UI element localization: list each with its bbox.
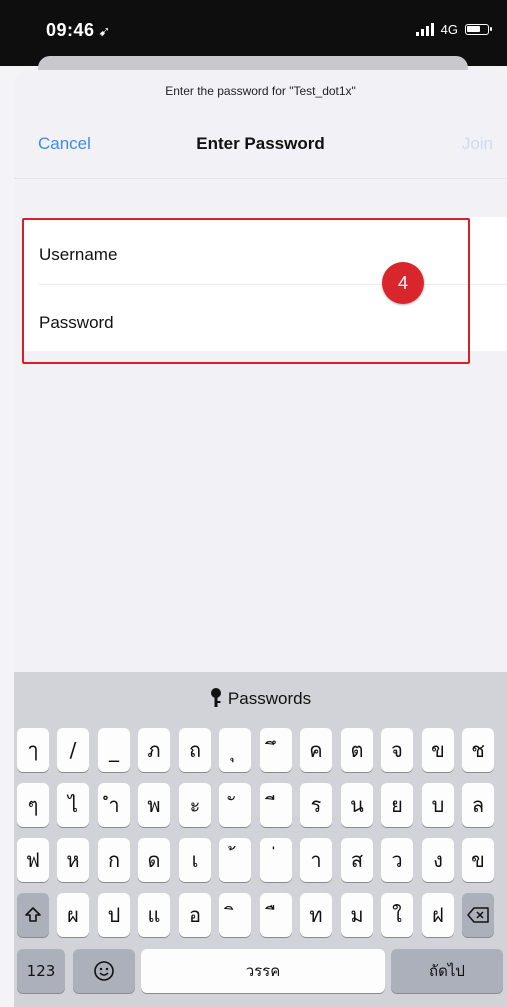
emoji-key[interactable] xyxy=(73,949,135,993)
key[interactable]: ฟ xyxy=(17,838,49,882)
key[interactable]: ำ xyxy=(98,783,130,827)
key[interactable]: ๅ xyxy=(17,728,49,772)
key[interactable]: ุ xyxy=(219,728,251,772)
signal-bars-icon xyxy=(415,23,434,36)
time-text: 09:46 xyxy=(46,20,95,40)
key[interactable]: ส xyxy=(341,838,373,882)
key[interactable]: เ xyxy=(179,838,211,882)
key[interactable]: บ xyxy=(422,783,454,827)
join-button[interactable]: Join xyxy=(462,134,493,154)
shift-key[interactable] xyxy=(17,893,49,937)
key[interactable]: ต xyxy=(341,728,373,772)
next-key[interactable]: ถัดไป xyxy=(391,949,503,993)
space-key[interactable]: วรรค xyxy=(141,949,385,993)
key[interactable]: อ xyxy=(179,893,211,937)
key-icon xyxy=(210,688,221,707)
key[interactable]: ฝ xyxy=(422,893,454,937)
key[interactable]: ึ xyxy=(260,728,292,772)
key[interactable]: ผ xyxy=(57,893,89,937)
keyboard: Passwords ๅ / _ ภ ถ ุ ึ ค ต จ ข ช ๆ ไ ำ … xyxy=(14,672,507,1007)
suggestion-bar: Passwords xyxy=(14,672,507,726)
key[interactable]: ค xyxy=(300,728,332,772)
location-arrow-icon: ➹ xyxy=(98,23,111,39)
key[interactable]: า xyxy=(300,838,332,882)
key[interactable]: จ xyxy=(381,728,413,772)
key[interactable]: ้ xyxy=(219,838,251,882)
key[interactable]: ม xyxy=(341,893,373,937)
key[interactable]: น xyxy=(341,783,373,827)
key[interactable]: ก xyxy=(98,838,130,882)
status-time: 09:46 ➹ xyxy=(46,20,111,41)
key[interactable]: แ xyxy=(138,893,170,937)
backspace-icon xyxy=(467,907,489,923)
key[interactable]: ิ xyxy=(219,893,251,937)
network-type: 4G xyxy=(440,22,458,37)
network-prompt: Enter the password for "Test_dot1x" xyxy=(165,84,356,98)
step-badge: 4 xyxy=(382,262,424,304)
key[interactable]: ะ xyxy=(179,783,211,827)
key[interactable]: _ xyxy=(98,728,130,772)
emoji-icon xyxy=(94,961,114,981)
phone-screen: 09:46 ➹ 4G Enter the password for "Test_d… xyxy=(0,0,507,1007)
key[interactable]: ไ xyxy=(57,783,89,827)
nav-bar: Enter Password Cancel Join xyxy=(14,126,507,166)
key[interactable]: ว xyxy=(381,838,413,882)
key[interactable]: ด xyxy=(138,838,170,882)
key[interactable]: ข xyxy=(422,728,454,772)
key[interactable]: / xyxy=(57,728,89,772)
passwords-suggestion[interactable]: Passwords xyxy=(14,688,507,709)
numbers-key[interactable]: 123 xyxy=(17,949,65,993)
key[interactable]: ย xyxy=(381,783,413,827)
key[interactable]: ล xyxy=(462,783,494,827)
key[interactable]: ถ xyxy=(179,728,211,772)
delete-key[interactable] xyxy=(462,893,494,937)
key[interactable]: ื xyxy=(260,893,292,937)
key[interactable]: ภ xyxy=(138,728,170,772)
key[interactable]: ห xyxy=(57,838,89,882)
key[interactable]: พ xyxy=(138,783,170,827)
key[interactable]: ร xyxy=(300,783,332,827)
shift-icon xyxy=(25,907,41,922)
key[interactable]: ช xyxy=(462,728,494,772)
key[interactable]: ง xyxy=(422,838,454,882)
key[interactable]: ใ xyxy=(381,893,413,937)
key[interactable]: ท xyxy=(300,893,332,937)
passwords-label: Passwords xyxy=(227,689,312,708)
battery-icon xyxy=(465,24,492,35)
key[interactable]: ข xyxy=(462,838,494,882)
key[interactable]: ่ xyxy=(260,838,292,882)
key[interactable]: ป xyxy=(98,893,130,937)
key[interactable]: ี xyxy=(260,783,292,827)
key[interactable]: ๆ xyxy=(17,783,49,827)
nav-divider xyxy=(14,178,507,179)
status-right: 4G xyxy=(415,22,492,37)
key[interactable]: ั xyxy=(219,783,251,827)
cancel-button[interactable]: Cancel xyxy=(38,134,91,154)
